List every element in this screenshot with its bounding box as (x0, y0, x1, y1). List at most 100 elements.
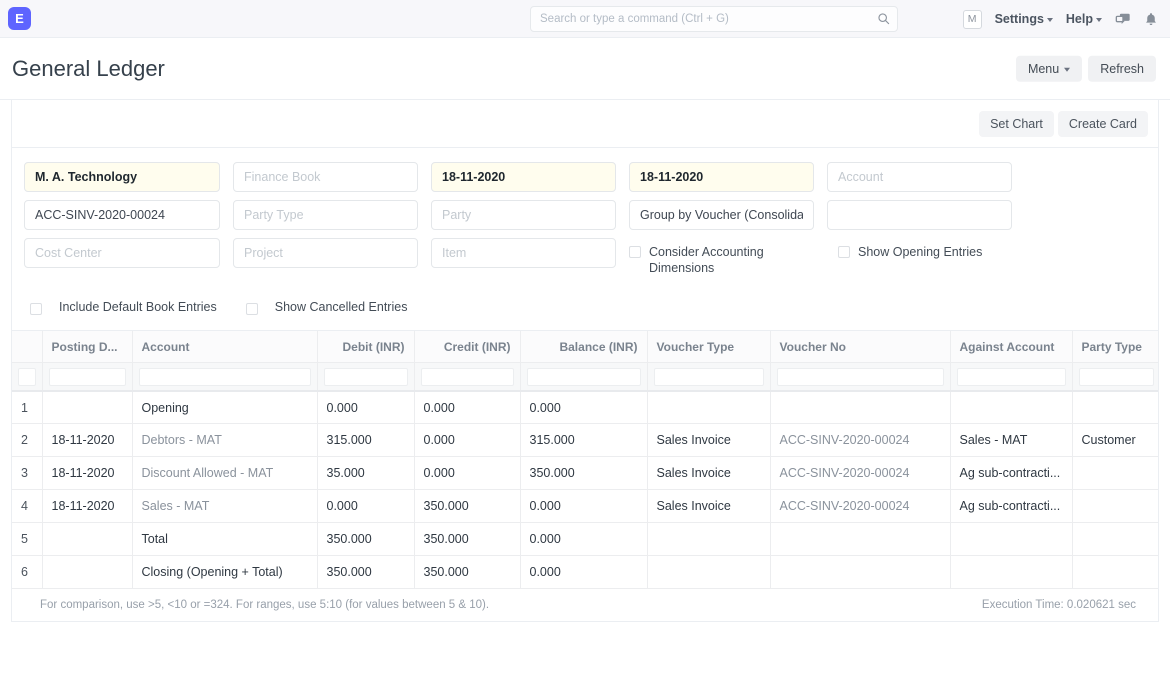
filter-project[interactable] (233, 238, 418, 268)
filter-group-by[interactable] (629, 200, 814, 230)
cell-debit: 0.000 (317, 391, 414, 424)
filter-to-date[interactable] (629, 162, 814, 192)
col-filter-balance-cell (520, 363, 647, 391)
cell-posting-date: 18-11-2020 (42, 424, 132, 457)
col-header-posting-date[interactable]: Posting D... (42, 331, 132, 363)
cell-debit: 350.000 (317, 556, 414, 589)
cell-account[interactable]: Sales - MAT (132, 490, 317, 523)
table-row[interactable]: 6 Closing (Opening + Total) 350.000 350.… (12, 556, 1158, 589)
filter-voucher-no[interactable] (24, 200, 220, 230)
filter-item[interactable] (431, 238, 616, 268)
show-cancelled-label: Show Cancelled Entries (275, 300, 408, 316)
show-opening-label: Show Opening Entries (858, 245, 982, 261)
settings-label: Settings (995, 12, 1044, 26)
cell-posting-date (42, 556, 132, 589)
cell-credit: 350.000 (414, 523, 520, 556)
cell-debit: 35.000 (317, 457, 414, 490)
col-filter-debit[interactable] (324, 368, 408, 386)
table-row[interactable]: 1 Opening 0.000 0.000 0.000 (12, 391, 1158, 424)
col-header-balance[interactable]: Balance (INR) (520, 331, 647, 363)
table-footer: For comparison, use >5, <10 or =324. For… (12, 589, 1158, 621)
cell-party-type (1072, 490, 1158, 523)
col-filter-posting-date-cell (42, 363, 132, 391)
avatar[interactable]: M (963, 10, 982, 29)
col-header-index[interactable] (12, 331, 42, 363)
filter-group-by-extra[interactable] (827, 200, 1012, 230)
table-row[interactable]: 5 Total 350.000 350.000 0.000 (12, 523, 1158, 556)
filter-row-4: Include Default Book Entries Show Cancel… (12, 292, 1158, 330)
cell-voucher-no[interactable] (770, 391, 950, 424)
search-input[interactable] (530, 6, 898, 32)
settings-dropdown[interactable]: Settings (995, 12, 1053, 26)
chart-toolbar: Set Chart Create Card (12, 100, 1158, 148)
cell-voucher-no[interactable]: ACC-SINV-2020-00024 (770, 490, 950, 523)
col-filter-voucher-no[interactable] (777, 368, 944, 386)
cell-account[interactable]: Discount Allowed - MAT (132, 457, 317, 490)
filter-show-opening[interactable]: Show Opening Entries (838, 238, 1034, 261)
table-row[interactable]: 4 18-11-2020 Sales - MAT 0.000 350.000 0… (12, 490, 1158, 523)
cell-against-account: Sales - MAT (950, 424, 1072, 457)
comment-icon[interactable] (1115, 12, 1131, 27)
bell-icon[interactable] (1144, 12, 1158, 27)
report-table-wrap: Posting D... Account Debit (INR) Credit … (12, 330, 1158, 590)
cell-credit: 350.000 (414, 556, 520, 589)
col-filter-party-type-cell (1072, 363, 1158, 391)
col-header-voucher-no[interactable]: Voucher No (770, 331, 950, 363)
cell-account[interactable]: Debtors - MAT (132, 424, 317, 457)
col-header-party-type[interactable]: Party Type (1072, 331, 1158, 363)
col-filter-voucher-type[interactable] (654, 368, 764, 386)
filter-company[interactable] (24, 162, 220, 192)
show-cancelled-checkbox[interactable] (246, 303, 258, 315)
execution-time: Execution Time: 0.020621 sec (982, 599, 1136, 611)
menu-button[interactable]: Menu (1016, 55, 1082, 82)
cell-balance: 0.000 (520, 391, 647, 424)
filter-row-2 (24, 200, 1146, 230)
app-logo[interactable]: E (8, 7, 31, 30)
help-dropdown[interactable]: Help (1066, 12, 1102, 26)
cell-against-account: Ag sub-contracti... (950, 490, 1072, 523)
show-opening-checkbox[interactable] (838, 246, 850, 258)
col-filter-credit[interactable] (421, 368, 514, 386)
create-card-button[interactable]: Create Card (1058, 111, 1148, 137)
col-filter-account[interactable] (139, 368, 311, 386)
column-filter-row (12, 363, 1158, 391)
cell-voucher-no[interactable]: ACC-SINV-2020-00024 (770, 424, 950, 457)
col-filter-party-type[interactable] (1079, 368, 1154, 386)
table-row[interactable]: 2 18-11-2020 Debtors - MAT 315.000 0.000… (12, 424, 1158, 457)
cell-voucher-no[interactable] (770, 556, 950, 589)
col-header-against-account[interactable]: Against Account (950, 331, 1072, 363)
col-filter-against-account[interactable] (957, 368, 1066, 386)
filter-from-date[interactable] (431, 162, 616, 192)
col-filter-index[interactable] (18, 368, 36, 386)
navbar: E M Settings Help (0, 0, 1170, 38)
global-search[interactable] (530, 6, 898, 32)
col-filter-voucher-no-cell (770, 363, 950, 391)
col-header-account[interactable]: Account (132, 331, 317, 363)
include-default-book-label: Include Default Book Entries (59, 300, 217, 316)
col-filter-posting-date[interactable] (49, 368, 126, 386)
col-filter-balance[interactable] (527, 368, 641, 386)
filter-section: Consider Accounting Dimensions Show Open… (12, 148, 1158, 292)
refresh-button[interactable]: Refresh (1088, 55, 1156, 82)
set-chart-button[interactable]: Set Chart (979, 111, 1054, 137)
chevron-down-icon (1096, 18, 1102, 22)
cell-voucher-no[interactable] (770, 523, 950, 556)
filter-party[interactable] (431, 200, 616, 230)
col-header-debit[interactable]: Debit (INR) (317, 331, 414, 363)
row-index: 6 (12, 556, 42, 589)
table-row[interactable]: 3 18-11-2020 Discount Allowed - MAT 35.0… (12, 457, 1158, 490)
cell-posting-date (42, 523, 132, 556)
col-filter-voucher-type-cell (647, 363, 770, 391)
cell-voucher-no[interactable]: ACC-SINV-2020-00024 (770, 457, 950, 490)
filter-finance-book[interactable] (233, 162, 418, 192)
include-default-book-checkbox[interactable] (30, 303, 42, 315)
help-label: Help (1066, 12, 1093, 26)
filter-consider-dimensions[interactable]: Consider Accounting Dimensions (629, 238, 825, 276)
col-header-voucher-type[interactable]: Voucher Type (647, 331, 770, 363)
filter-party-type[interactable] (233, 200, 418, 230)
consider-dimensions-checkbox[interactable] (629, 246, 641, 258)
filter-cost-center[interactable] (24, 238, 220, 268)
filter-account[interactable] (827, 162, 1012, 192)
search-icon[interactable] (877, 12, 890, 25)
col-header-credit[interactable]: Credit (INR) (414, 331, 520, 363)
